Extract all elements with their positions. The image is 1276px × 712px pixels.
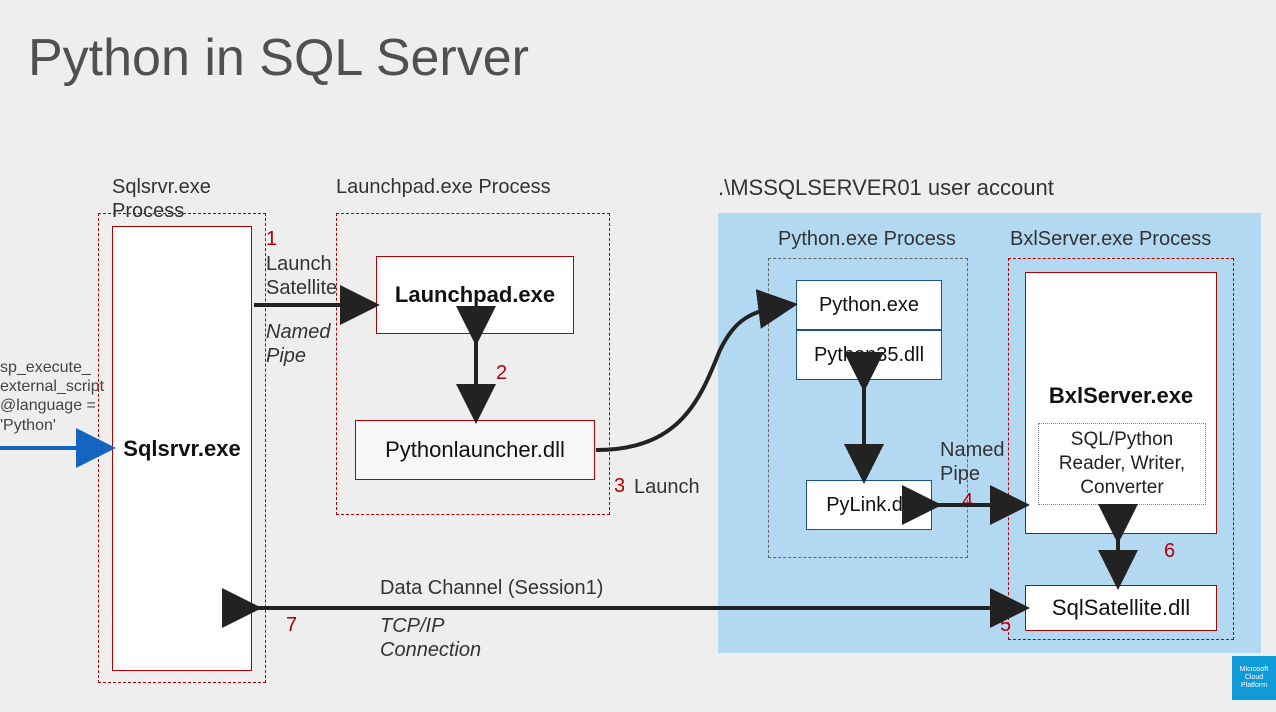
- step-7-label: Data Channel (Session1): [380, 576, 603, 600]
- bxl-group-label: BxlServer.exe Process: [1010, 227, 1211, 251]
- step-3-label: Launch: [634, 475, 700, 499]
- bxlserver-box: BxlServer.exe SQL/Python Reader, Writer,…: [1025, 272, 1217, 534]
- python-group-label: Python.exe Process: [778, 227, 956, 251]
- step-7-sub: TCP/IP Connection: [380, 614, 481, 662]
- launchpad-box: Launchpad.exe: [376, 256, 574, 334]
- user-account-label: .\MSSQLSERVER01 user account: [718, 175, 1054, 201]
- python35-box: Python35.dll: [796, 330, 942, 380]
- sqlsatellite-box: SqlSatellite.dll: [1025, 585, 1217, 631]
- step-1-label: Launch Satellite: [266, 252, 337, 300]
- sql-input-text: sp_execute_ external_script @language = …: [0, 358, 104, 435]
- step-7: 7: [286, 614, 297, 637]
- step-1-sub: Named Pipe: [266, 320, 330, 368]
- python-exe-box: Python.exe: [796, 280, 942, 330]
- step-3: 3: [614, 475, 625, 498]
- sqlsrvr-box: Sqlsrvr.exe: [112, 226, 252, 671]
- page-title: Python in SQL Server: [28, 28, 529, 88]
- step-1: 1: [266, 228, 277, 251]
- reader-box: SQL/Python Reader, Writer, Converter: [1038, 423, 1206, 505]
- step-4: 4: [962, 490, 973, 513]
- pythonlauncher-box: Pythonlauncher.dll: [355, 420, 595, 480]
- step-5: 5: [1000, 614, 1011, 637]
- launchpad-group-label: Launchpad.exe Process: [336, 175, 551, 199]
- step-6: 6: [1164, 540, 1175, 563]
- step-4-label: Named Pipe: [940, 438, 1004, 486]
- step-2: 2: [496, 362, 507, 385]
- ms-cloud-badge: Microsoft Cloud Platform: [1232, 656, 1276, 700]
- pylink-box: PyLink.dll: [806, 480, 932, 530]
- bxlserver-label: BxlServer.exe: [1026, 383, 1216, 409]
